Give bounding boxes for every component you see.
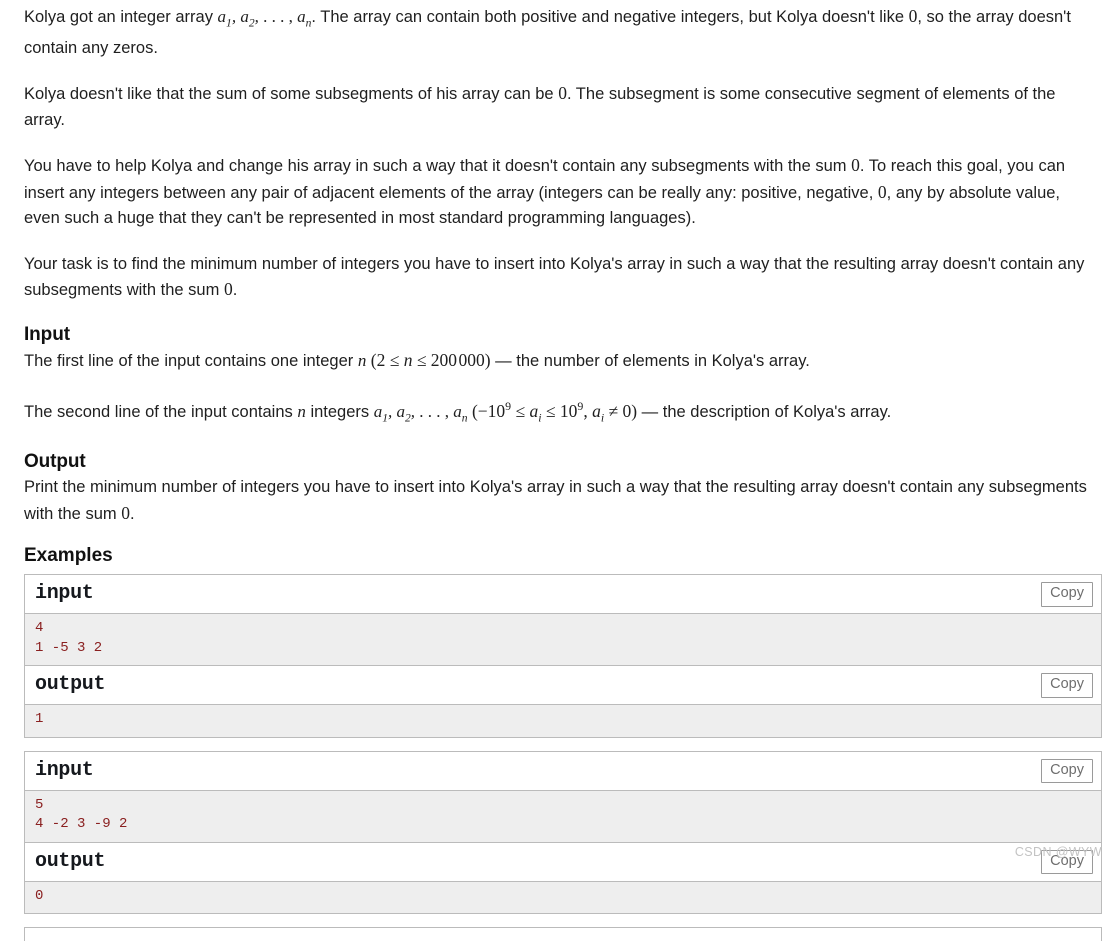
math-n-2: n — [297, 402, 306, 422]
output-section-heading: Output — [24, 451, 86, 473]
sample-2-input-body[interactable]: 5 4 -2 3 -9 2 — [25, 790, 1101, 843]
output-section-text: Print the minimum number of integers you… — [24, 475, 1099, 527]
sample-1-input-body[interactable]: 4 1 -5 3 2 — [25, 614, 1101, 667]
paragraph-3-text-a: You have to help Kolya and change his ar… — [24, 157, 852, 176]
sample-2-input-label: input — [35, 758, 94, 782]
sample-1-input-title: input Copy — [25, 575, 1101, 615]
examples-heading: Examples — [24, 545, 113, 567]
math-zero-3: 0 — [851, 155, 860, 176]
math-zero-5: 0 — [223, 279, 233, 300]
sample-test-1: input Copy 4 1 -5 3 2 output Copy 1 — [24, 574, 1102, 738]
input-section-line-1: The first line of the input contains one… — [24, 348, 1099, 375]
statement-paragraph-2: Kolya doesn't like that the sum of some … — [24, 81, 1099, 133]
math-zero-6: 0 — [121, 502, 130, 523]
math-zero-2: 0 — [558, 83, 567, 104]
sample-1-output-title: output Copy — [25, 666, 1101, 706]
paragraph-1-text-a: Kolya got an integer array — [24, 8, 218, 26]
input-line-1-text-b: — the number of elements in Kolya's arra… — [490, 351, 810, 370]
output-text-b: . — [129, 504, 135, 523]
sample-1-output-body[interactable]: 1 — [25, 705, 1101, 737]
math-ai-constraint: (−109 ≤ ai ≤ 109, ai ≠ 0) — [467, 399, 638, 425]
math-zero-4: 0 — [877, 181, 887, 202]
sample-2-output-title: output Copy — [25, 842, 1101, 882]
input-line-2-text-c: — the description of Kolya's array. — [637, 403, 892, 422]
copy-button-sample-1-output[interactable]: Copy — [1041, 673, 1093, 698]
input-section-line-2: The second line of the input contains n … — [24, 394, 1099, 431]
math-n-constraint: (2 ≤ n ≤ 200 000) — [366, 349, 491, 370]
math-array-notation-2: a1, a2, . . . , an — [373, 402, 468, 425]
math-array-notation-1: a1, a2, . . . , an — [217, 7, 312, 30]
copy-button-sample-2-input[interactable]: Copy — [1041, 758, 1093, 784]
statement-paragraph-4: Your task is to find the minimum number … — [24, 252, 1099, 304]
paragraph-1-text-b: . The array can contain both positive an… — [311, 8, 909, 26]
sample-1-input-label: input — [35, 582, 94, 606]
paragraph-4-text-a: Your task is to find the minimum number … — [24, 254, 1085, 300]
sample-2-output-label: output — [35, 849, 106, 873]
sample-1-output-label: output — [35, 673, 106, 697]
watermark-label: CSDN @WYW — [1014, 845, 1102, 859]
input-section-heading: Input — [24, 323, 70, 345]
problem-statement-page: Kolya got an integer array a1, a2, . . .… — [0, 0, 1120, 941]
copy-button-sample-1-input[interactable]: Copy — [1041, 582, 1093, 607]
input-line-2-text-a: The second line of the input contains — [24, 403, 298, 422]
input-line-1-text-a: The first line of the input contains one… — [24, 351, 358, 370]
sample-2-input-title: input Copy — [25, 751, 1101, 791]
paragraph-4-text-b: . — [232, 281, 238, 300]
input-line-2-text-b: integers — [305, 403, 374, 422]
statement-paragraph-3: You have to help Kolya and change his ar… — [24, 153, 1099, 232]
output-text-a: Print the minimum number of integers you… — [24, 478, 1087, 523]
paragraph-2-text-a: Kolya doesn't like that the sum of some … — [24, 85, 559, 104]
sample-2-output-body[interactable]: 0 — [25, 881, 1101, 914]
statement-paragraph-1: Kolya got an integer array a1, a2, . . .… — [24, 0, 1099, 61]
sample-test-3-partial — [24, 927, 1102, 941]
sample-test-2: input Copy 5 4 -2 3 -9 2 output Copy 0 — [24, 750, 1102, 915]
